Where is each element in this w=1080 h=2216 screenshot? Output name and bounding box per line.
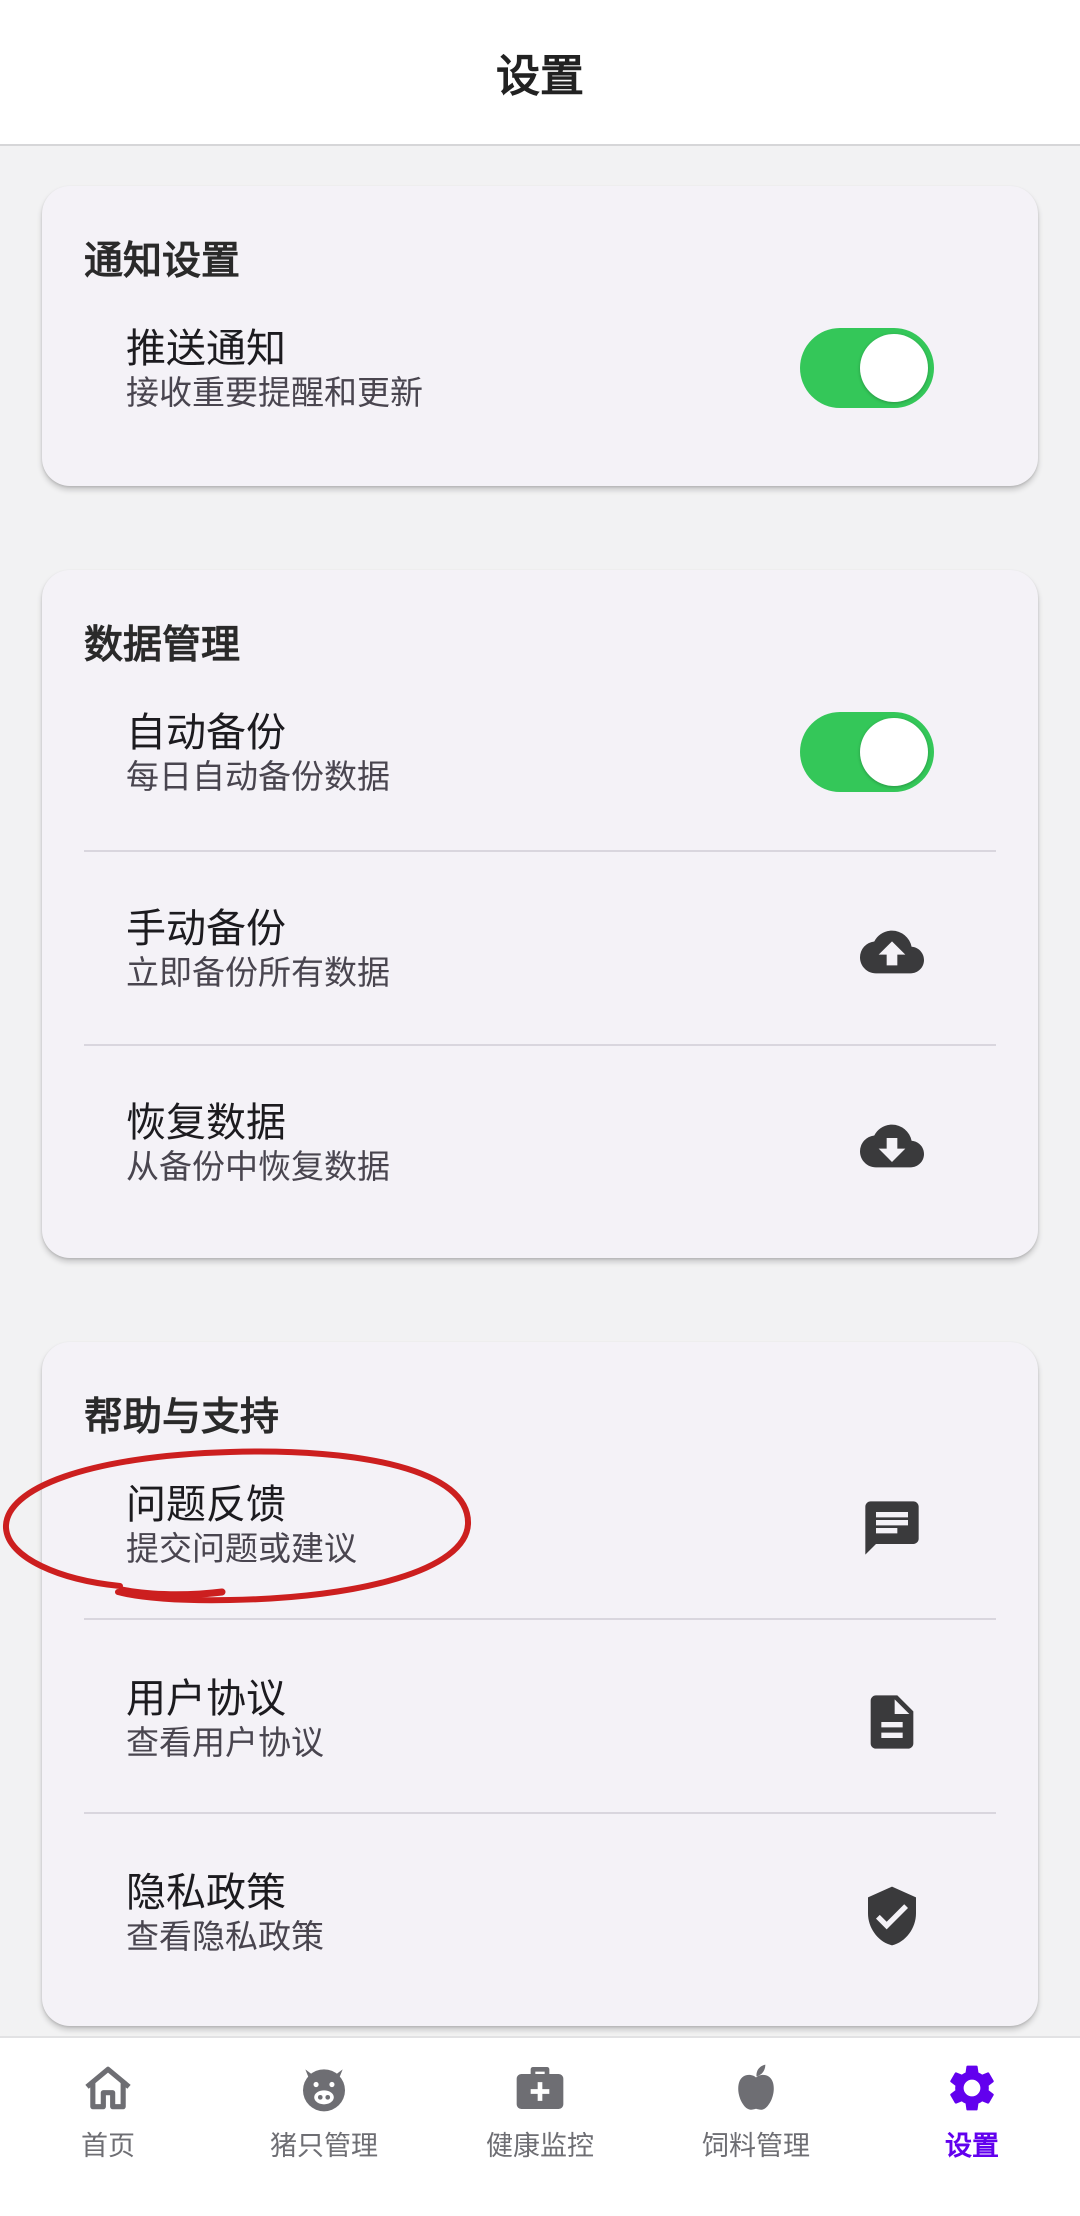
push-notification-row: 推送通知 接收重要提醒和更新 bbox=[42, 292, 1038, 452]
manual-backup-row[interactable]: 手动备份 立即备份所有数据 bbox=[42, 872, 1038, 1032]
medical-kit-icon bbox=[512, 2060, 568, 2116]
data-management-card: 数据管理 自动备份 每日自动备份数据 手动备份 立即备份所有数据 恢复数据 从备… bbox=[42, 570, 1038, 1258]
auto-backup-row: 自动备份 每日自动备份数据 bbox=[42, 676, 1038, 836]
push-notification-subtitle: 接收重要提醒和更新 bbox=[126, 373, 423, 412]
privacy-policy-subtitle: 查看隐私政策 bbox=[126, 1917, 324, 1956]
tab-settings[interactable]: 设置 bbox=[864, 2038, 1080, 2216]
help-support-card: 帮助与支持 问题反馈 提交问题或建议 用户协议 查看用户协议 隐私政策 查看隐私… bbox=[42, 1342, 1038, 2026]
toggle-knob bbox=[860, 718, 928, 786]
divider bbox=[84, 1618, 996, 1620]
tab-label: 首页 bbox=[81, 2131, 135, 2162]
divider bbox=[84, 1044, 996, 1046]
section-title-notifications: 通知设置 bbox=[84, 239, 241, 284]
user-agreement-row[interactable]: 用户协议 查看用户协议 bbox=[42, 1642, 1038, 1802]
user-agreement-subtitle: 查看用户协议 bbox=[126, 1723, 324, 1762]
divider bbox=[84, 1812, 996, 1814]
section-title-help: 帮助与支持 bbox=[84, 1395, 280, 1440]
bottom-tab-bar: 首页 猪只管理 健康监控 饲料管理 设置 bbox=[0, 2036, 1080, 2216]
restore-data-row[interactable]: 恢复数据 从备份中恢复数据 bbox=[42, 1066, 1038, 1226]
apple-icon bbox=[728, 2060, 784, 2116]
auto-backup-subtitle: 每日自动备份数据 bbox=[126, 757, 390, 796]
tab-label: 饲料管理 bbox=[702, 2131, 810, 2162]
toggle-knob bbox=[860, 334, 928, 402]
tab-health-monitoring[interactable]: 健康监控 bbox=[432, 2038, 648, 2216]
tab-label: 健康监控 bbox=[486, 2131, 594, 2162]
restore-data-subtitle: 从备份中恢复数据 bbox=[126, 1147, 390, 1186]
cloud-download-icon[interactable] bbox=[860, 1114, 924, 1178]
auto-backup-toggle[interactable] bbox=[800, 712, 934, 792]
shield-check-icon[interactable] bbox=[860, 1884, 924, 1948]
tab-label: 猪只管理 bbox=[270, 2131, 378, 2162]
cloud-upload-icon[interactable] bbox=[860, 920, 924, 984]
manual-backup-subtitle: 立即备份所有数据 bbox=[126, 953, 390, 992]
document-icon[interactable] bbox=[860, 1690, 924, 1754]
section-title-data: 数据管理 bbox=[84, 623, 241, 668]
gear-icon bbox=[944, 2060, 1000, 2116]
notification-settings-card: 通知设置 推送通知 接收重要提醒和更新 bbox=[42, 186, 1038, 486]
app-header: 设置 bbox=[0, 0, 1080, 146]
home-icon bbox=[80, 2060, 136, 2116]
pig-icon bbox=[296, 2060, 352, 2116]
page-title: 设置 bbox=[496, 51, 584, 102]
push-notification-toggle[interactable] bbox=[800, 328, 934, 408]
tab-pig-management[interactable]: 猪只管理 bbox=[216, 2038, 432, 2216]
feedback-row[interactable]: 问题反馈 提交问题或建议 bbox=[42, 1448, 1038, 1608]
tab-feed-management[interactable]: 饲料管理 bbox=[648, 2038, 864, 2216]
feedback-subtitle: 提交问题或建议 bbox=[126, 1529, 357, 1568]
tab-home[interactable]: 首页 bbox=[0, 2038, 216, 2216]
privacy-policy-row[interactable]: 隐私政策 查看隐私政策 bbox=[42, 1836, 1038, 1996]
tab-label: 设置 bbox=[945, 2131, 999, 2162]
feedback-icon[interactable] bbox=[860, 1496, 924, 1560]
divider bbox=[84, 850, 996, 852]
